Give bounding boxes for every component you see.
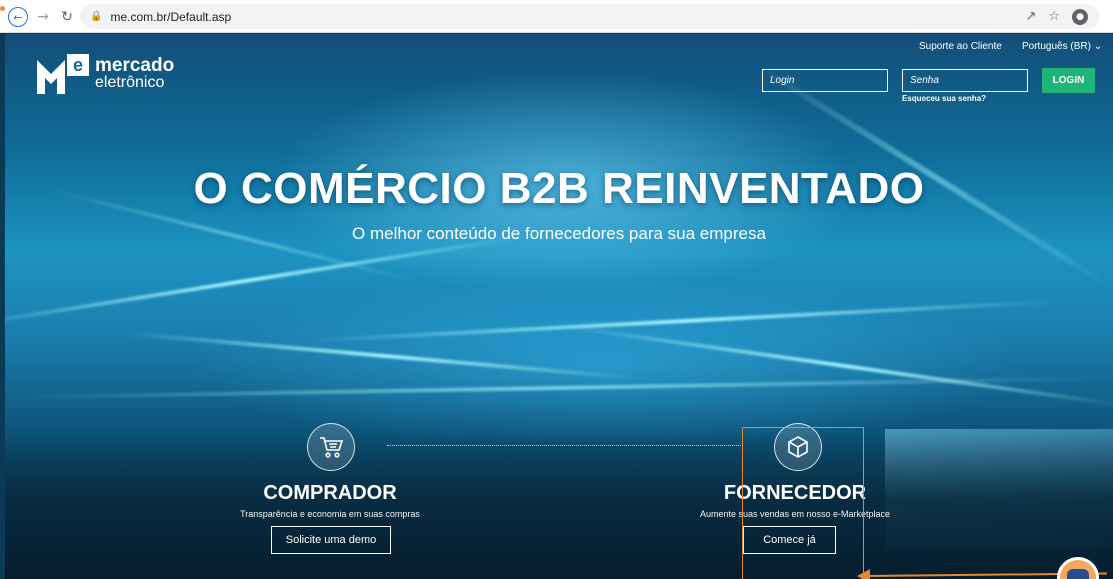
office-background [5, 434, 1113, 579]
box-icon [774, 423, 822, 471]
supplier-subtitle: Aumente suas vendas em nosso e-Marketpla… [699, 509, 891, 519]
start-now-button[interactable]: Comece já [743, 526, 836, 554]
divider-line [387, 445, 743, 446]
chatbot-face-icon [1067, 569, 1089, 579]
orange-marker [0, 6, 5, 11]
forgot-password-link[interactable]: Esqueceu sua senha? [902, 94, 986, 103]
language-label: Português (BR) [1022, 41, 1091, 52]
login-button[interactable]: LOGIN [1042, 68, 1095, 93]
request-demo-button[interactable]: Solicite uma demo [271, 526, 391, 554]
url-text[interactable]: me.com.br/Default.asp [110, 10, 231, 24]
mercado-eletronico-logo[interactable]: e mercado eletrônico [37, 54, 174, 94]
svg-text:e: e [73, 55, 83, 75]
light-beam [125, 331, 645, 381]
browser-toolbar: ← → ↻ 🔒 me.com.br/Default.asp ↗ ☆ ● [0, 0, 1113, 33]
logo-mark-icon: e [37, 54, 89, 94]
bookmark-star-icon[interactable]: ☆ [1048, 9, 1060, 25]
buyer-subtitle: Transparência e economia em suas compras [240, 509, 420, 519]
hero-headline: O COMÉRCIO B2B REINVENTADO [193, 164, 925, 213]
light-beam [5, 376, 1105, 400]
password-input[interactable] [902, 69, 1028, 92]
language-selector[interactable]: Português (BR) ⌄ [1022, 41, 1102, 52]
hero-section: e mercado eletrônico Suporte ao Cliente … [5, 34, 1113, 579]
support-link[interactable]: Suporte ao Cliente [919, 41, 1002, 52]
login-input[interactable] [762, 69, 888, 92]
back-icon[interactable]: ← [8, 7, 28, 27]
light-beam [5, 235, 522, 327]
share-icon[interactable]: ↗ [1025, 9, 1036, 25]
lock-icon: 🔒 [90, 11, 103, 22]
cart-icon [307, 423, 355, 471]
buyer-title: COMPRADOR [263, 482, 397, 504]
address-bar[interactable]: 🔒 me.com.br/Default.asp ↗ ☆ ● [80, 4, 1100, 29]
forward-icon[interactable]: → [33, 7, 53, 27]
logo-text-mercado: mercado [95, 55, 175, 76]
chevron-down-icon: ⌄ [1093, 41, 1103, 52]
profile-icon[interactable]: ● [1072, 9, 1088, 25]
logo-text-eletronico: eletrônico [95, 74, 165, 91]
supplier-title: FORNECEDOR [723, 482, 867, 504]
light-beam [305, 299, 1065, 343]
hero-subheadline: O melhor conteúdo de fornecedores para s… [352, 224, 766, 243]
light-beam [567, 325, 1113, 407]
reload-icon[interactable]: ↻ [57, 7, 77, 27]
